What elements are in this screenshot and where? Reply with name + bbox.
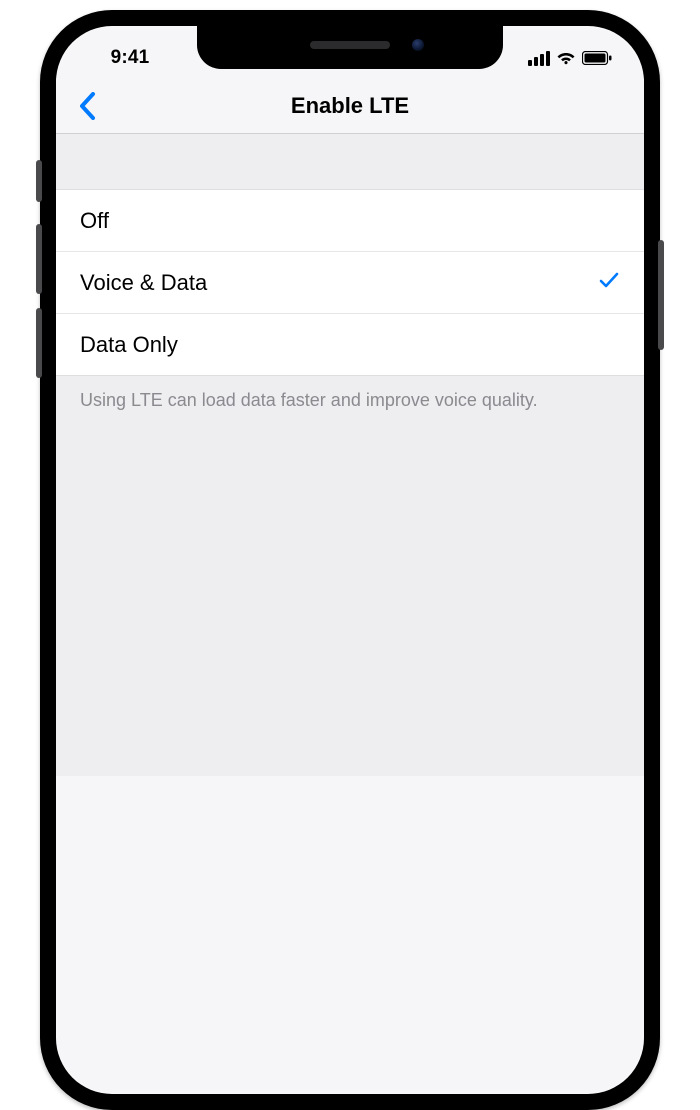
wifi-icon bbox=[556, 51, 576, 65]
option-voice-data[interactable]: Voice & Data bbox=[56, 252, 644, 314]
front-camera bbox=[412, 39, 424, 51]
chevron-left-icon bbox=[79, 92, 97, 120]
checkmark-icon bbox=[598, 269, 620, 296]
side-button-vol-up bbox=[36, 224, 42, 294]
status-indicators bbox=[510, 39, 630, 66]
option-label: Voice & Data bbox=[80, 270, 207, 296]
option-label: Off bbox=[80, 208, 109, 234]
options-list: Off Voice & Data Data Only bbox=[56, 190, 644, 376]
phone-frame: 9:41 bbox=[40, 10, 660, 1110]
option-data-only[interactable]: Data Only bbox=[56, 314, 644, 376]
notch bbox=[197, 26, 503, 69]
side-button-vol-down bbox=[36, 308, 42, 378]
section-header-blank bbox=[56, 134, 644, 190]
option-label: Data Only bbox=[80, 332, 178, 358]
nav-title: Enable LTE bbox=[56, 93, 644, 119]
nav-bar: Enable LTE bbox=[56, 78, 644, 134]
cellular-icon bbox=[528, 51, 550, 66]
option-off[interactable]: Off bbox=[56, 190, 644, 252]
speaker-grille bbox=[310, 41, 390, 49]
back-button[interactable] bbox=[64, 78, 112, 133]
status-time: 9:41 bbox=[70, 35, 190, 69]
side-button-silence bbox=[36, 160, 42, 202]
screen: 9:41 bbox=[56, 26, 644, 1094]
battery-icon bbox=[582, 51, 612, 65]
footer-note: Using LTE can load data faster and impro… bbox=[56, 376, 644, 776]
side-button-power bbox=[658, 240, 664, 350]
